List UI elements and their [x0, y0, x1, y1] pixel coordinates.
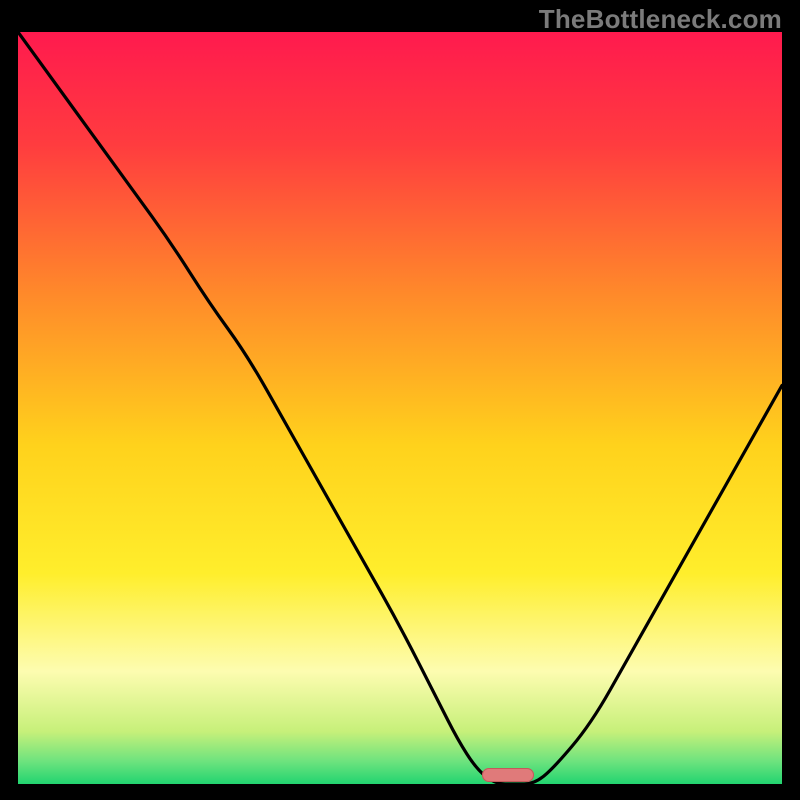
gradient-background	[18, 32, 782, 784]
bottleneck-chart	[18, 32, 782, 784]
chart-frame: TheBottleneck.com	[0, 0, 800, 800]
optimal-range-marker	[482, 768, 534, 782]
watermark-text: TheBottleneck.com	[539, 4, 782, 35]
